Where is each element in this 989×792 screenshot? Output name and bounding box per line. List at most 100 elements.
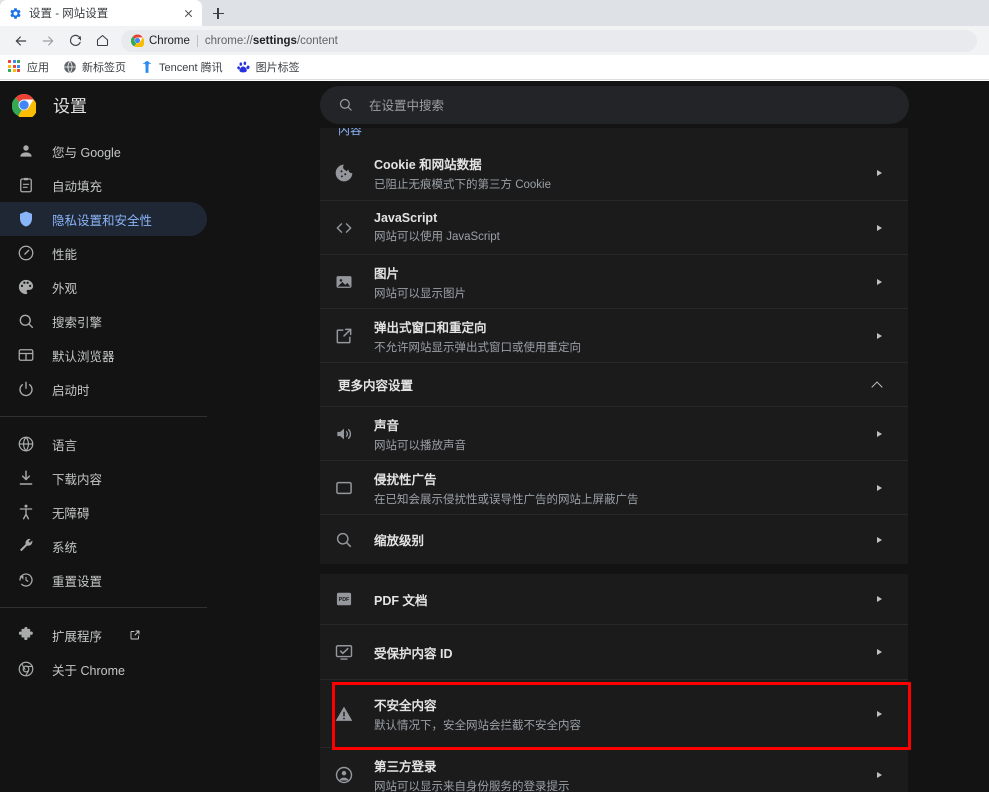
globe-icon: [17, 435, 35, 453]
settings-sidebar: 您与 Google 自动填充 隐私设置和安全性 性能 外观 搜索引擎 默认浏览器…: [0, 128, 320, 792]
bookmark-apps[interactable]: 应用: [8, 59, 49, 75]
sidebar-item-downloads[interactable]: 下载内容: [0, 461, 207, 495]
settings-page: 设置 在设置中搜索 您与 Google 自动填充 隐私设置和安全性 性能 外观 …: [0, 81, 989, 792]
browser-tab[interactable]: 设置 - 网站设置: [0, 0, 202, 26]
setting-row-insecure-content[interactable]: 不安全内容 默认情况下，安全网站会拦截不安全内容: [320, 679, 908, 747]
wrench-icon: [17, 537, 35, 555]
search-icon: [17, 312, 35, 330]
sidebar-item-search-engine[interactable]: 搜索引擎: [0, 304, 207, 338]
accessibility-icon: [17, 503, 35, 521]
bookmark-new-tab[interactable]: 新标签页: [63, 59, 126, 75]
setting-row-protected-content-id[interactable]: 受保护内容 ID: [320, 624, 908, 679]
sidebar-item-label: 关于 Chrome: [52, 663, 125, 678]
setting-title: 缩放级别: [374, 534, 425, 548]
url-bold: settings: [252, 34, 297, 47]
popup-icon: [334, 326, 354, 346]
apps-grid-icon: [8, 60, 22, 74]
group-title: 更多内容设置: [338, 379, 414, 393]
search-input[interactable]: 在设置中搜索: [320, 85, 909, 124]
speedometer-icon: [17, 244, 35, 262]
clipboard-icon: [17, 176, 35, 194]
sidebar-item-label: 重置设置: [52, 574, 103, 589]
puzzle-icon: [17, 626, 35, 644]
ad-window-icon: [334, 478, 354, 498]
setting-row-zoom-levels[interactable]: 缩放级别: [320, 514, 908, 564]
setting-row-text: JavaScript 网站可以使用 JavaScript: [374, 211, 874, 244]
sidebar-item-system[interactable]: 系统: [0, 529, 207, 563]
setting-row-intrusive-ads[interactable]: 侵扰性广告 在已知会展示侵扰性或误导性广告的网站上屏蔽广告: [320, 460, 908, 514]
chevron-right-icon: [874, 709, 884, 719]
setting-row-text: 图片 网站可以显示图片: [374, 263, 874, 301]
setting-row-text: 受保护内容 ID: [374, 643, 874, 662]
setting-title: PDF 文档: [374, 593, 428, 608]
chrome-logo-icon: [12, 93, 36, 117]
setting-subtitle: 在已知会展示侵扰性或误导性广告的网站上屏蔽广告: [374, 493, 639, 506]
setting-row-text: 侵扰性广告 在已知会展示侵扰性或误导性广告的网站上屏蔽广告: [374, 469, 874, 507]
sidebar-item-appearance[interactable]: 外观: [0, 270, 207, 304]
account-circle-icon: [334, 765, 354, 785]
sidebar-item-on-startup[interactable]: 启动时: [0, 372, 207, 406]
setting-row-text: 声音 网站可以播放声音: [374, 415, 874, 453]
setting-subtitle: 网站可以播放声音: [374, 439, 466, 452]
content-spacer: [320, 564, 908, 574]
settings-header: 设置 在设置中搜索: [0, 81, 989, 128]
chrome-outline-icon: [17, 660, 35, 678]
setting-title: 侵扰性广告: [374, 472, 437, 487]
url-suffix: /content: [296, 34, 338, 47]
bookmark-tencent[interactable]: Tencent 腾讯: [140, 59, 223, 75]
shield-icon: [17, 210, 35, 228]
browser-toolbar: Chrome chrome://settings/content: [0, 26, 989, 55]
close-icon[interactable]: [181, 6, 196, 21]
sidebar-item-autofill[interactable]: 自动填充: [0, 168, 207, 202]
setting-title: 第三方登录: [374, 759, 437, 774]
setting-subtitle: 网站可以显示图片: [374, 287, 466, 300]
setting-row-text: 弹出式窗口和重定向 不允许网站显示弹出式窗口或使用重定向: [374, 317, 874, 355]
sidebar-item-default-browser[interactable]: 默认浏览器: [0, 338, 207, 372]
setting-title: 受保护内容 ID: [374, 646, 453, 661]
more-content-settings-group-header[interactable]: 更多内容设置: [320, 362, 908, 406]
setting-subtitle: 不允许网站显示弹出式窗口或使用重定向: [374, 341, 581, 354]
sidebar-item-you-and-google[interactable]: 您与 Google: [0, 134, 207, 168]
sidebar-item-about-chrome[interactable]: 关于 Chrome: [0, 652, 207, 686]
bookmark-image-tag[interactable]: 图片标签: [236, 59, 300, 75]
sidebar-item-extensions[interactable]: 扩展程序: [0, 618, 207, 652]
sidebar-item-privacy-and-security[interactable]: 隐私设置和安全性: [0, 202, 207, 236]
tencent-icon: [140, 60, 154, 74]
new-tab-button[interactable]: [204, 0, 232, 26]
home-icon[interactable]: [89, 28, 115, 54]
forward-arrow-icon[interactable]: [35, 28, 61, 54]
setting-row-sound[interactable]: 声音 网站可以播放声音: [320, 406, 908, 460]
tab-strip: 设置 - 网站设置: [0, 0, 989, 26]
sound-icon: [334, 424, 354, 444]
power-icon: [17, 380, 35, 398]
sidebar-item-languages[interactable]: 语言: [0, 427, 207, 461]
setting-row-images[interactable]: 图片 网站可以显示图片: [320, 254, 908, 308]
setting-row-cookies[interactable]: Cookie 和网站数据 已阻止无痕模式下的第三方 Cookie: [320, 146, 908, 200]
setting-row-third-party-signin[interactable]: 第三方登录 网站可以显示来自身份服务的登录提示: [320, 747, 908, 792]
setting-row-javascript[interactable]: JavaScript 网站可以使用 JavaScript: [320, 200, 908, 254]
sidebar-item-performance[interactable]: 性能: [0, 236, 207, 270]
back-arrow-icon[interactable]: [8, 28, 34, 54]
setting-row-popups[interactable]: 弹出式窗口和重定向 不允许网站显示弹出式窗口或使用重定向: [320, 308, 908, 362]
warning-triangle-icon: [334, 704, 354, 724]
sidebar-item-accessibility[interactable]: 无障碍: [0, 495, 207, 529]
setting-row-text: 缩放级别: [374, 530, 874, 549]
sidebar-item-reset-settings[interactable]: 重置设置: [0, 563, 207, 597]
sidebar-item-label: 搜索引擎: [52, 315, 103, 330]
url-prefix: chrome://: [204, 34, 253, 47]
setting-subtitle: 网站可以使用 JavaScript: [374, 231, 500, 243]
settings-body: 您与 Google 自动填充 隐私设置和安全性 性能 外观 搜索引擎 默认浏览器…: [0, 128, 989, 792]
sidebar-item-label: 自动填充: [52, 179, 103, 194]
search-icon: [338, 97, 353, 112]
sidebar-item-label: 外观: [52, 281, 78, 296]
reload-icon[interactable]: [62, 28, 88, 54]
chevron-up-icon[interactable]: [872, 379, 884, 391]
setting-title: 不安全内容: [374, 698, 437, 713]
setting-row-pdf-documents[interactable]: PDF PDF 文档: [320, 574, 908, 624]
setting-row-text: 第三方登录 网站可以显示来自身份服务的登录提示: [374, 756, 874, 792]
chevron-right-icon: [874, 647, 884, 657]
address-bar[interactable]: Chrome chrome://settings/content: [121, 29, 977, 52]
sidebar-item-label: 性能: [52, 247, 78, 262]
gear-icon: [9, 7, 22, 20]
setting-row-text: PDF 文档: [374, 590, 874, 609]
